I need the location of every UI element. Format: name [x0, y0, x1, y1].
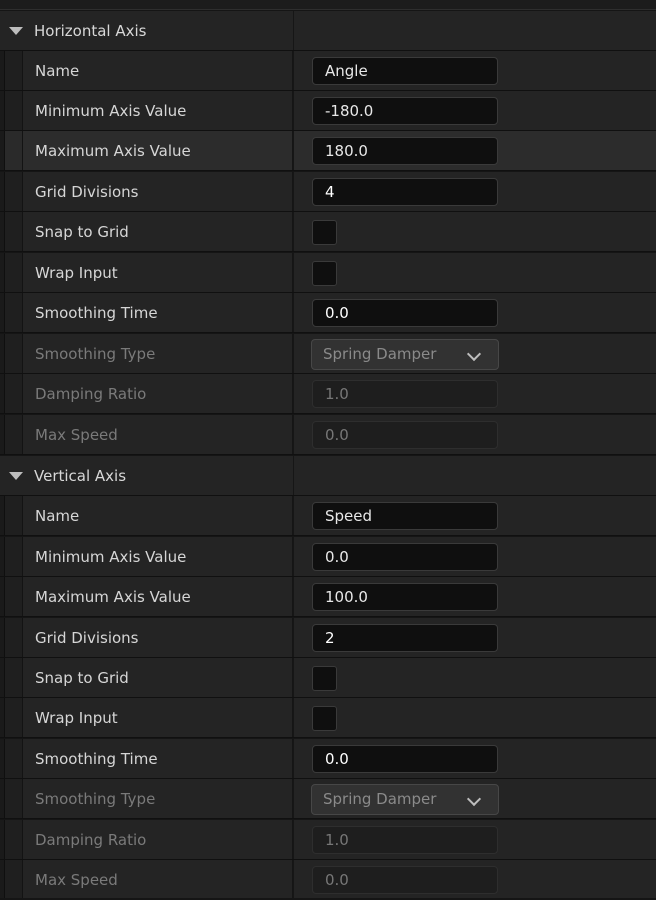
- property-label: Snap to Grid: [35, 223, 129, 241]
- property-row-smoothing-type: Smoothing Type Spring Damper: [0, 334, 656, 374]
- smoothing-time-input[interactable]: 0.0: [312, 299, 498, 327]
- maximum-axis-value-input[interactable]: 180.0: [312, 137, 498, 165]
- property-row-name: Name Speed: [0, 496, 656, 536]
- property-row-minimum-axis-value: Minimum Axis Value 0.0: [0, 537, 656, 577]
- property-row-snap-to-grid: Snap to Grid: [0, 658, 656, 698]
- property-row-maximum-axis-value: Maximum Axis Value 100.0: [0, 577, 656, 617]
- property-row-maximum-axis-value: Maximum Axis Value 180.0: [0, 131, 656, 171]
- name-input[interactable]: Speed: [312, 502, 498, 530]
- property-row-damping-ratio: Damping Ratio 1.0: [0, 820, 656, 860]
- property-row-max-speed: Max Speed 0.0: [0, 860, 656, 898]
- collapse-triangle-icon[interactable]: [9, 472, 23, 480]
- damping-ratio-input: 1.0: [312, 826, 498, 854]
- property-row-smoothing-time: Smoothing Time 0.0: [0, 739, 656, 779]
- section-title: Horizontal Axis: [34, 22, 147, 40]
- property-label: Snap to Grid: [35, 669, 129, 687]
- property-label: Name: [35, 507, 80, 525]
- property-row-snap-to-grid: Snap to Grid: [0, 212, 656, 252]
- property-label: Smoothing Type: [35, 790, 156, 808]
- property-label: Smoothing Time: [35, 750, 158, 768]
- property-row-wrap-input: Wrap Input: [0, 698, 656, 738]
- property-label: Minimum Axis Value: [35, 102, 187, 120]
- grid-divisions-input[interactable]: 4: [312, 178, 498, 206]
- panel-top-edge: [0, 0, 656, 10]
- property-label: Smoothing Time: [35, 304, 158, 322]
- property-row-wrap-input: Wrap Input: [0, 253, 656, 293]
- minimum-axis-value-input[interactable]: -180.0: [312, 97, 498, 125]
- property-label: Damping Ratio: [35, 385, 147, 403]
- property-row-grid-divisions: Grid Divisions 4: [0, 172, 656, 212]
- property-label: Maximum Axis Value: [35, 588, 191, 606]
- wrap-input-checkbox[interactable]: [312, 706, 337, 731]
- property-label: Name: [35, 62, 80, 80]
- smoothing-type-dropdown[interactable]: Spring Damper: [311, 784, 499, 815]
- property-label: Maximum Axis Value: [35, 142, 191, 160]
- property-label: Max Speed: [35, 871, 118, 889]
- property-row-name: Name Angle: [0, 51, 656, 91]
- property-row-smoothing-time: Smoothing Time 0.0: [0, 293, 656, 333]
- section-header-vertical-axis[interactable]: Vertical Axis: [0, 456, 656, 496]
- property-row-grid-divisions: Grid Divisions 2: [0, 618, 656, 658]
- property-row-damping-ratio: Damping Ratio 1.0: [0, 374, 656, 414]
- property-row-minimum-axis-value: Minimum Axis Value -180.0: [0, 91, 656, 131]
- chevron-down-icon: [466, 791, 482, 807]
- section-header-horizontal-axis[interactable]: Horizontal Axis: [0, 11, 656, 51]
- property-label: Grid Divisions: [35, 183, 139, 201]
- max-speed-input: 0.0: [312, 866, 498, 894]
- property-label: Max Speed: [35, 426, 118, 444]
- maximum-axis-value-input[interactable]: 100.0: [312, 583, 498, 611]
- property-row-max-speed: Max Speed 0.0: [0, 415, 656, 455]
- wrap-input-checkbox[interactable]: [312, 261, 337, 286]
- property-label: Grid Divisions: [35, 629, 139, 647]
- damping-ratio-input: 1.0: [312, 380, 498, 408]
- property-label: Wrap Input: [35, 264, 118, 282]
- minimum-axis-value-input[interactable]: 0.0: [312, 543, 498, 571]
- property-label: Smoothing Type: [35, 345, 156, 363]
- smoothing-time-input[interactable]: 0.0: [312, 745, 498, 773]
- chevron-down-icon: [466, 346, 482, 362]
- name-input[interactable]: Angle: [312, 57, 498, 85]
- property-label: Damping Ratio: [35, 831, 147, 849]
- max-speed-input: 0.0: [312, 421, 498, 449]
- property-row-smoothing-type: Smoothing Type Spring Damper: [0, 779, 656, 819]
- snap-to-grid-checkbox[interactable]: [312, 666, 337, 691]
- property-label: Minimum Axis Value: [35, 548, 187, 566]
- snap-to-grid-checkbox[interactable]: [312, 220, 337, 245]
- section-title: Vertical Axis: [34, 467, 127, 485]
- smoothing-type-dropdown[interactable]: Spring Damper: [311, 339, 499, 370]
- grid-divisions-input[interactable]: 2: [312, 624, 498, 652]
- collapse-triangle-icon[interactable]: [9, 27, 23, 35]
- dropdown-value: Spring Damper: [323, 345, 437, 363]
- dropdown-value: Spring Damper: [323, 790, 437, 808]
- property-label: Wrap Input: [35, 709, 118, 727]
